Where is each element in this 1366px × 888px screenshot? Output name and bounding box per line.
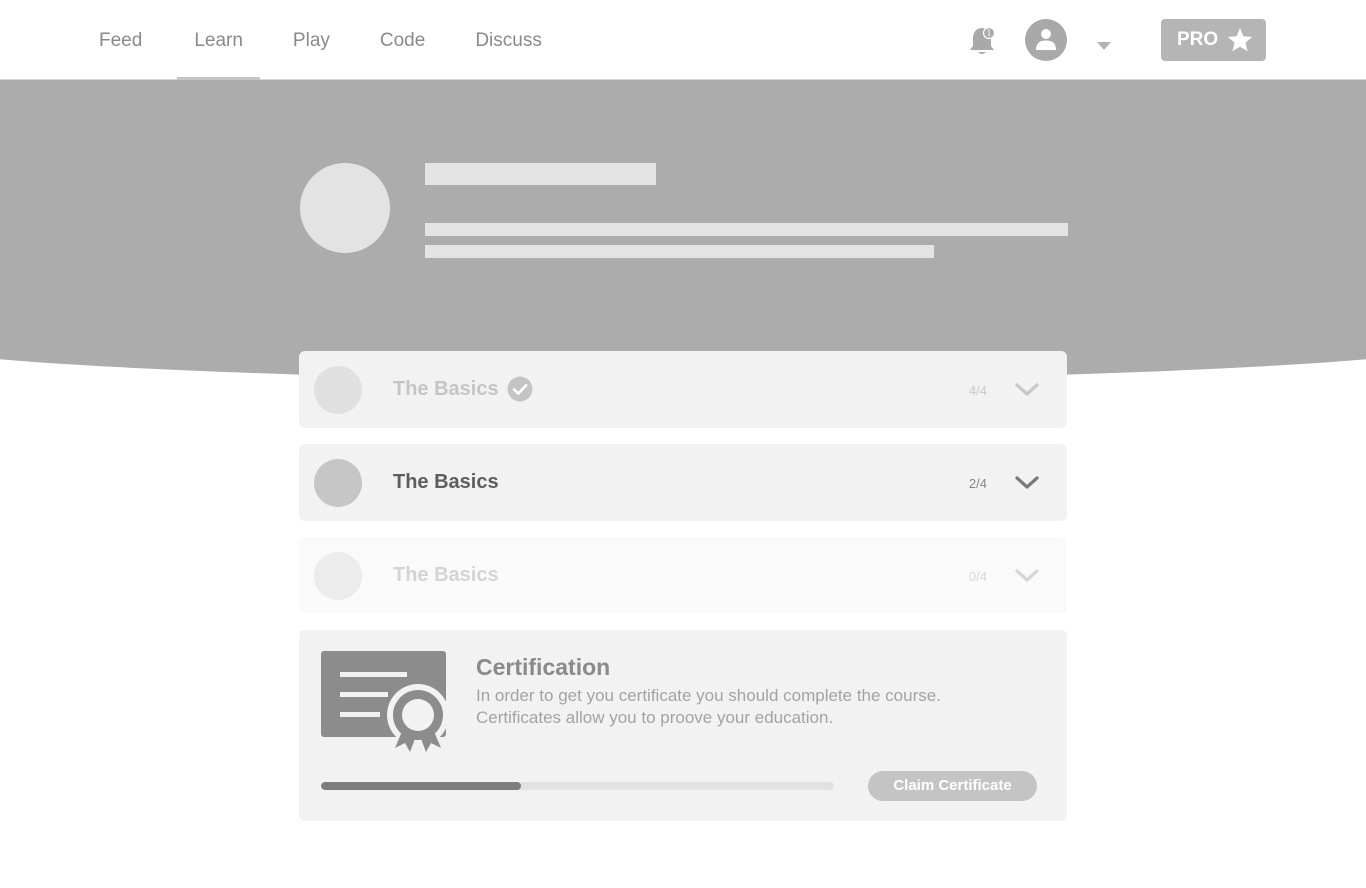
module-title: The Basics: [393, 564, 499, 586]
certification-title: Certification: [476, 654, 611, 680]
certification-description-line-2: Certificates allow you to proove your ed…: [476, 708, 834, 727]
certificate-icon: [321, 651, 449, 758]
course-image-placeholder: [300, 163, 390, 253]
module-row-in-progress[interactable]: The Basics 2/4: [299, 444, 1067, 521]
notification-count-badge: 1: [987, 29, 992, 38]
course-description-placeholder-line-1: [425, 223, 1068, 236]
nav-item-feed[interactable]: Feed: [82, 0, 159, 80]
pro-label: PRO: [1177, 29, 1219, 50]
nav-item-discuss[interactable]: Discuss: [458, 0, 559, 80]
completed-check-icon: [507, 376, 533, 407]
module-icon: [314, 366, 362, 414]
account-menu-chevron-down-icon[interactable]: [1096, 38, 1112, 50]
star-icon: [1227, 28, 1253, 52]
notifications-bell-icon[interactable]: 1: [967, 25, 997, 57]
module-progress-count: 0/4: [968, 569, 987, 584]
expand-chevron-down-icon[interactable]: [1015, 382, 1039, 403]
top-navigation-bar: Feed Learn Play Code Discuss 1 PRO: [0, 0, 1366, 80]
course-description-placeholder-line-2: [425, 245, 934, 258]
module-icon: [314, 459, 362, 507]
module-progress-count: 4/4: [968, 383, 987, 398]
course-title-placeholder: [425, 163, 656, 185]
claim-certificate-button[interactable]: Claim Certificate: [868, 771, 1037, 801]
certification-description: In order to get you certificate you shou…: [476, 685, 1036, 729]
module-title: The Basics: [393, 471, 499, 493]
nav-item-code[interactable]: Code: [363, 0, 442, 80]
module-row-completed[interactable]: The Basics 4/4: [299, 351, 1067, 428]
nav-item-play[interactable]: Play: [276, 0, 347, 80]
main-nav: Feed Learn Play Code Discuss: [82, 0, 559, 80]
pro-upgrade-button[interactable]: PRO: [1161, 19, 1266, 61]
module-icon: [314, 552, 362, 600]
expand-chevron-down-icon[interactable]: [1015, 475, 1039, 496]
module-title: The Basics: [393, 378, 499, 400]
nav-item-learn[interactable]: Learn: [177, 0, 260, 80]
user-avatar-button[interactable]: [1025, 19, 1067, 61]
module-progress-count: 2/4: [968, 476, 987, 491]
certification-card: Certification In order to get you certif…: [299, 630, 1067, 821]
certification-progress-fill: [321, 782, 522, 790]
certification-description-line-1: In order to get you certificate you shou…: [476, 686, 941, 705]
certification-progress-bar: [321, 782, 834, 790]
user-icon: [1036, 29, 1056, 50]
module-row-locked[interactable]: The Basics 0/4: [299, 537, 1067, 614]
expand-chevron-down-icon[interactable]: [1015, 568, 1039, 589]
